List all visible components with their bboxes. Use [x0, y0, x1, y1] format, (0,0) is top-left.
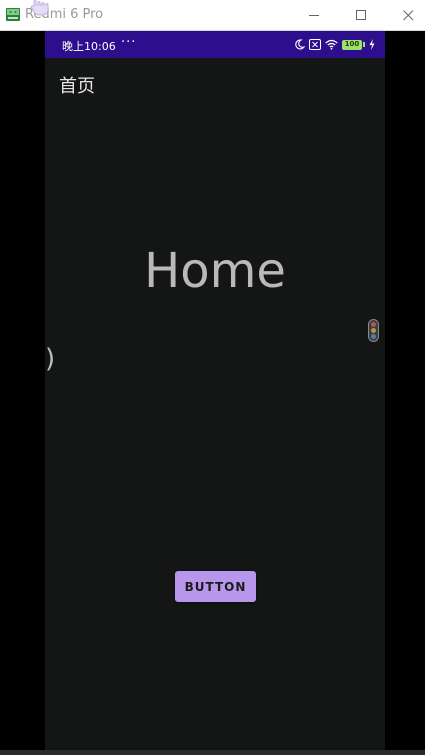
- window-bottom-edge: [0, 750, 425, 755]
- android-emulator-icon: [6, 8, 20, 21]
- maximize-icon: [355, 9, 366, 20]
- widget-dot-red: [371, 322, 376, 328]
- close-button[interactable]: [385, 0, 425, 30]
- status-more-dots: ···: [121, 35, 137, 50]
- floating-ball-widget[interactable]: [368, 319, 379, 342]
- battery-icon: 100: [342, 39, 362, 50]
- page-title: 首页: [59, 76, 95, 97]
- device-screen[interactable]: 晚上10:06 ··· 100 首页 Home) BUTTON: [45, 31, 385, 750]
- minimize-button[interactable]: [291, 0, 337, 30]
- status-bar: 晚上10:06 ··· 100: [45, 31, 385, 58]
- main-button[interactable]: BUTTON: [175, 571, 256, 602]
- widget-dot-blue: [371, 333, 376, 339]
- title-bar[interactable]: Redmi 6 Pro: [0, 0, 425, 31]
- side-edge-handle[interactable]: ): [45, 344, 55, 374]
- wifi-icon: [325, 39, 338, 50]
- close-icon: [402, 9, 413, 20]
- emulator-window: Redmi 6 Pro 晚上10:06 ··· 100 首页 Home) BU…: [0, 0, 425, 755]
- battery-tip: [363, 42, 365, 47]
- moon-icon: [295, 39, 305, 50]
- hand-cursor-icon: [30, 0, 49, 16]
- home-heading: Home: [144, 243, 286, 299]
- status-time: 晚上10:06: [62, 40, 116, 53]
- minimize-icon: [308, 14, 319, 16]
- charging-icon: [369, 39, 375, 50]
- maximize-button[interactable]: [338, 0, 384, 30]
- sim-icon: [309, 39, 321, 50]
- status-icons: 100: [294, 38, 375, 51]
- widget-dot-yellow: [371, 327, 376, 333]
- battery-level: 100: [344, 39, 360, 48]
